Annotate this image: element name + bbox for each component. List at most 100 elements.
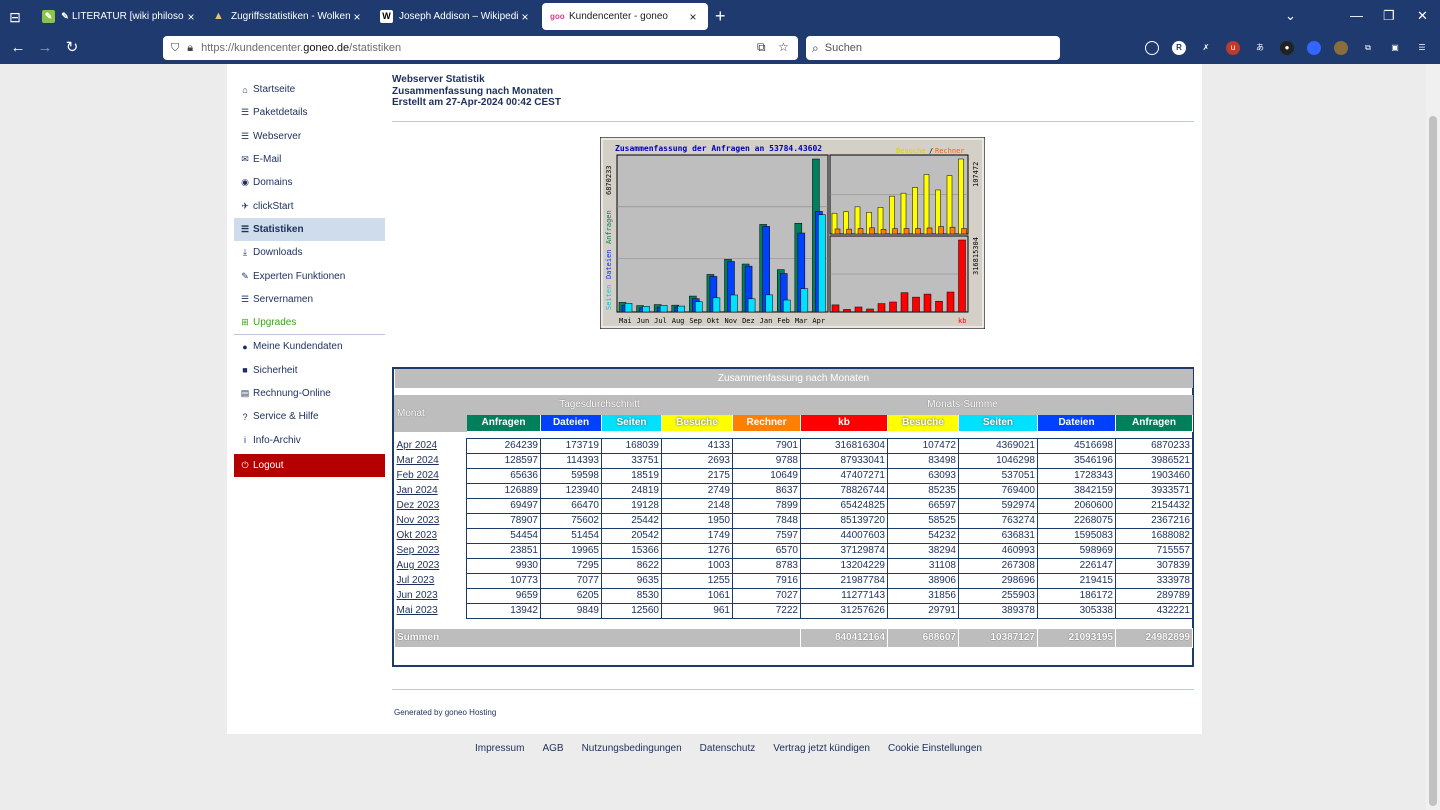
footer-link-impressum[interactable]: Impressum xyxy=(475,743,524,754)
month-tick-label: Apr xyxy=(812,317,825,325)
sidebar-item-experten-funktionen[interactable]: ✎ Experten Funktionen xyxy=(234,264,385,287)
restore-icon[interactable]: ❐ xyxy=(1383,8,1395,24)
extension-brown-icon[interactable] xyxy=(1334,41,1348,55)
ublock-icon[interactable]: u xyxy=(1226,41,1240,55)
month-link[interactable]: Dez 2023 xyxy=(397,500,440,511)
col-header-monthly-besuche: Besuche xyxy=(887,413,959,432)
divider xyxy=(392,121,1194,122)
value-cell: 316816304 xyxy=(800,437,888,454)
month-link[interactable]: Feb 2024 xyxy=(397,470,439,481)
search-bar[interactable]: ⌕ Suchen xyxy=(806,36,1060,60)
month-link[interactable]: Okt 2023 xyxy=(397,530,438,541)
month-link[interactable]: Mar 2024 xyxy=(397,455,439,466)
bar-kb xyxy=(831,304,840,313)
back-icon[interactable]: ← xyxy=(8,39,28,57)
minimize-icon[interactable]: — xyxy=(1350,8,1363,23)
bar-pages xyxy=(642,306,650,313)
tab-literatur[interactable]: ✎ ✎ LITERATUR [wiki philosophie × xyxy=(34,3,206,30)
sidebar-item-paketdetails[interactable]: ☰ Paketdetails xyxy=(234,101,385,124)
month-link[interactable]: Mai 2023 xyxy=(397,605,438,616)
value-cell: 4516698 xyxy=(1037,437,1116,454)
value-cell: 126889 xyxy=(466,482,541,499)
sidebar-item-servernamen[interactable]: ☰ Servernamen xyxy=(234,288,385,311)
bookmark-star-icon[interactable]: ☆ xyxy=(778,40,789,54)
sidebar-item-domains[interactable]: ◉ Domains xyxy=(234,171,385,194)
url-bar[interactable]: ⛉ 🔒︎ https://kundencenter. goneo.de/stati… xyxy=(163,36,798,60)
value-cell: 6205 xyxy=(540,587,602,604)
value-cell: 54232 xyxy=(887,527,959,544)
footer-link-cookie-einstellungen[interactable]: Cookie Einstellungen xyxy=(888,743,982,754)
month-link[interactable]: Jun 2023 xyxy=(397,590,438,601)
sidebar-item-sicherheit[interactable]: ■ Sicherheit xyxy=(234,359,385,382)
extensions-puzzle-icon[interactable]: ⧉ xyxy=(1361,41,1375,55)
tab-wikipedia[interactable]: W Joseph Addison – Wikipedia × xyxy=(372,3,540,30)
goneo-favicon-icon: goo xyxy=(550,12,565,21)
month-link[interactable]: Apr 2024 xyxy=(397,440,438,451)
close-icon[interactable]: × xyxy=(350,10,364,24)
month-link[interactable]: Sep 2023 xyxy=(397,545,440,556)
sidebar-item-service-hilfe[interactable]: ? Service & Hilfe xyxy=(234,405,385,428)
menu-icon[interactable]: ☰ xyxy=(1415,41,1429,55)
scrollbar-thumb[interactable] xyxy=(1429,116,1437,806)
sidebar-item-e-mail[interactable]: ✉ E-Mail xyxy=(234,148,385,171)
month-tick-label: Okt xyxy=(707,317,720,325)
footer-link-vertrag-jetzt-k-ndigen[interactable]: Vertrag jetzt kündigen xyxy=(773,743,870,754)
mail-icon: ✉ xyxy=(241,154,249,165)
translate-ext-icon[interactable]: あ xyxy=(1253,41,1267,55)
month-link[interactable]: Aug 2023 xyxy=(397,560,440,571)
extension-dark-icon[interactable]: ● xyxy=(1280,41,1294,55)
month-link[interactable]: Jan 2024 xyxy=(397,485,438,496)
footer-link-nutzungsbedingungen[interactable]: Nutzungsbedingungen xyxy=(582,743,682,754)
sidebar-item-startseite[interactable]: ⌂ Startseite xyxy=(234,78,385,101)
reload-icon[interactable]: ↻ xyxy=(62,39,82,57)
tab-kundencenter[interactable]: goo Kundencenter - goneo × xyxy=(542,3,708,30)
value-cell: 333978 xyxy=(1115,572,1193,589)
close-window-icon[interactable]: ✕ xyxy=(1417,8,1428,24)
extension-blue-icon[interactable] xyxy=(1307,41,1321,55)
bar-visits xyxy=(923,174,930,235)
sidebar-item-statistiken[interactable]: ☰ Statistiken xyxy=(234,217,385,242)
sidebar-item-meine-kundendaten[interactable]: ● Meine Kundendaten xyxy=(234,335,385,358)
tab-zugriffsstatistiken[interactable]: ▲ Zugriffsstatistiken - Wolkenstein × xyxy=(204,3,372,30)
sidebar-item-label: Sicherheit xyxy=(253,364,298,376)
table-row: Feb 2024 65636 59598 18519 2175 10649 47407271… xyxy=(394,467,1193,484)
sidebar-item-upgrades[interactable]: ⊞ Upgrades xyxy=(234,311,385,334)
pocket-icon[interactable] xyxy=(1145,41,1159,55)
sidebar-item-rechnung-online[interactable]: ▤ Rechnung-Online xyxy=(234,382,385,405)
bar-kb xyxy=(923,293,932,313)
month-link[interactable]: Jul 2023 xyxy=(397,575,435,586)
footer-link-datenschutz[interactable]: Datenschutz xyxy=(700,743,756,754)
sidebar-item-info-archiv[interactable]: i Info-Archiv xyxy=(234,428,385,451)
value-cell: 219415 xyxy=(1037,572,1116,589)
tab-list-icon[interactable]: ⊟ xyxy=(6,8,24,26)
translate-icon[interactable]: ⧉ xyxy=(757,40,766,55)
scrollbar[interactable] xyxy=(1426,64,1440,810)
value-cell: 13942 xyxy=(466,602,541,619)
account-icon[interactable]: R xyxy=(1172,41,1186,55)
sidebar-item-webserver[interactable]: ☰ Webserver xyxy=(234,125,385,148)
value-cell: 21987784 xyxy=(800,572,888,589)
chevron-down-icon[interactable]: ⌄ xyxy=(1285,8,1296,24)
lock-icon[interactable]: 🔒︎ xyxy=(187,42,193,55)
screenshot-icon[interactable]: ▣ xyxy=(1388,41,1402,55)
close-icon[interactable]: × xyxy=(686,10,700,24)
footer-link-agb[interactable]: AGB xyxy=(542,743,563,754)
left-axis-max: 6870233 xyxy=(605,165,613,195)
shield-icon[interactable]: ⛉ xyxy=(171,42,179,55)
new-tab-button[interactable]: + xyxy=(715,6,726,26)
close-icon[interactable]: × xyxy=(518,10,532,24)
close-icon[interactable]: × xyxy=(184,10,198,24)
url-prefix: https://kundencenter. xyxy=(201,42,304,54)
col-header-monthly-kb: kb xyxy=(800,413,888,432)
month-link[interactable]: Nov 2023 xyxy=(397,515,440,526)
bar-sites xyxy=(869,227,875,235)
bar-kb xyxy=(877,303,886,313)
month-cell: Dez 2023 xyxy=(394,498,467,513)
globe-icon: ◉ xyxy=(241,177,249,188)
forward-icon[interactable]: → xyxy=(35,39,55,57)
value-cell: 69497 xyxy=(466,497,541,514)
sidebar-item-clickstart[interactable]: ✈ clickStart xyxy=(234,194,385,217)
sidebar-item-logout[interactable]: ⏻ Logout xyxy=(234,453,385,478)
sidebar-item-downloads[interactable]: ⤓ Downloads xyxy=(234,241,385,264)
extension-x-icon[interactable]: ✗ xyxy=(1199,41,1213,55)
